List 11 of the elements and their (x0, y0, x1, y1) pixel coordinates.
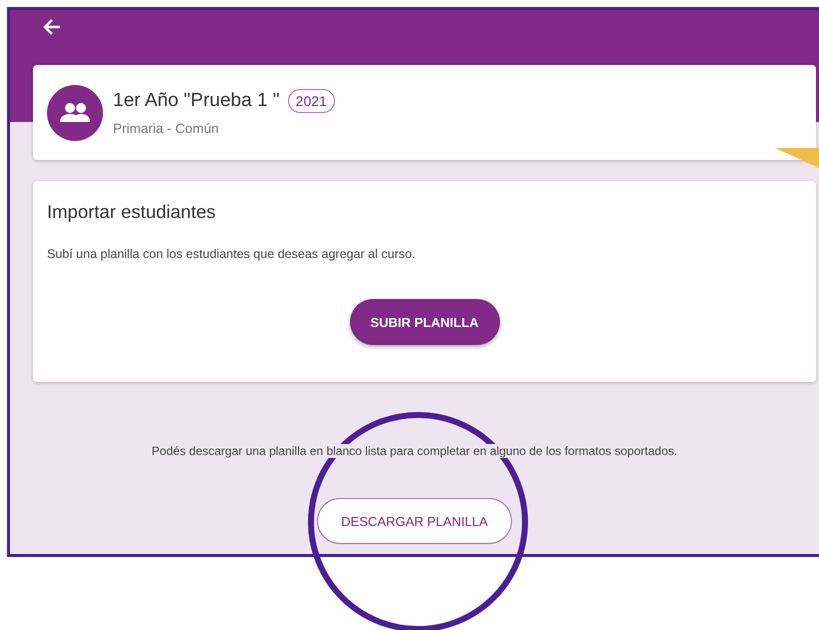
import-description: Subí una planilla con los estudiantes que deseas agregar al curso. (47, 247, 416, 261)
group-avatar-icon (47, 84, 103, 140)
download-description: Podés descargar una planilla en blanco lista para completar en alguno de los formatos soportados. (152, 444, 678, 458)
pointer-shape (775, 148, 819, 168)
course-title: 1er Año "Prueba 1 " (113, 90, 280, 112)
download-button[interactable]: DESCARGAR PLANILLA (317, 498, 512, 544)
year-chip: 2021 (288, 89, 335, 113)
course-subtitle: Primaria - Común (113, 121, 220, 136)
upload-button[interactable]: SUBIR PLANILLA (350, 299, 500, 345)
back-arrow-icon[interactable] (42, 18, 62, 36)
import-title: Importar estudiantes (47, 201, 216, 223)
